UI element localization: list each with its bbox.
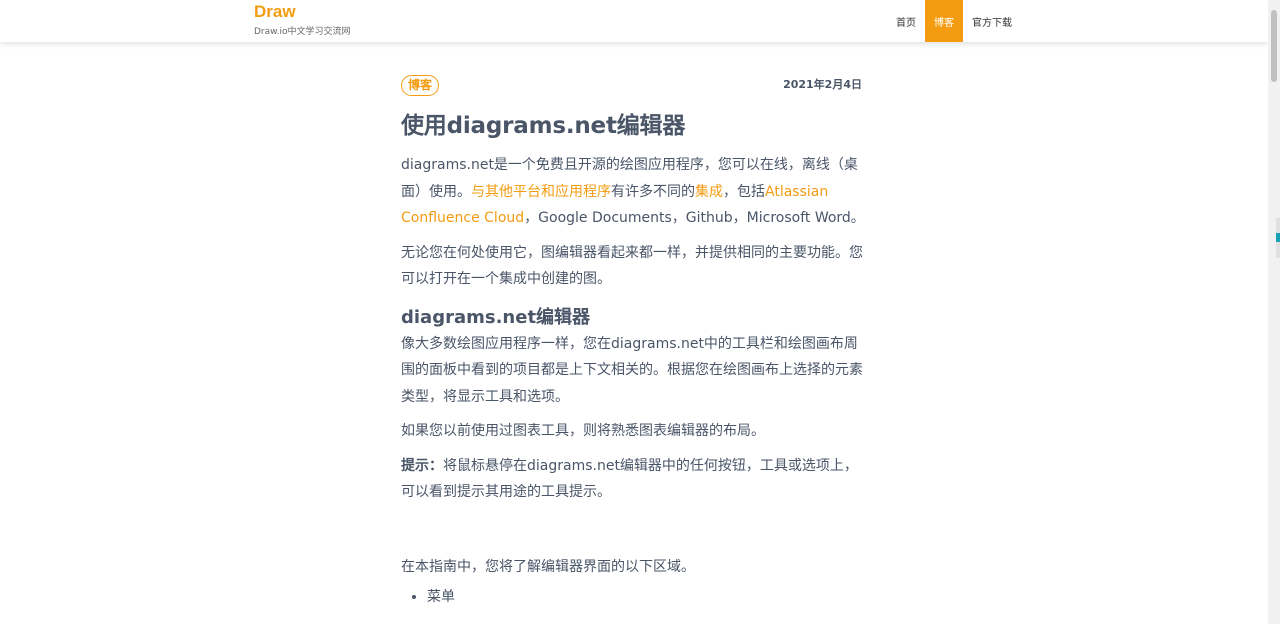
paragraph-4: 如果您以前使用过图表工具，则将熟悉图表编辑器的布局。 xyxy=(401,423,765,439)
tip-text: 将鼠标悬停在diagrams.net编辑器中的任何按钮，工具或选项上，可以看到提… xyxy=(401,457,858,501)
tip-label: 提示： xyxy=(401,457,443,474)
article: 博客 2021年2月4日 使用diagrams.net编辑器 diagrams.… xyxy=(401,42,871,610)
tip-paragraph: 提示：将鼠标悬停在diagrams.net编辑器中的任何按钮，工具或选项上，可以… xyxy=(401,453,871,506)
paragraph-3: 像大多数绘图应用程序一样，您在diagrams.net中的工具栏和绘图画布周围的… xyxy=(401,335,863,405)
paragraph-intro: diagrams.net是一个免费且开源的绘图应用程序，您可以在线，离线（桌面）… xyxy=(401,152,871,232)
nav-item-download[interactable]: 官方下载 xyxy=(963,0,1021,42)
site-logo-link[interactable]: Draw xyxy=(254,2,296,22)
paragraph-2: 无论您在何处使用它，图编辑器看起来都一样，并提供相同的主要功能。您可以打开在一个… xyxy=(401,244,863,288)
intro-text-d: ，Google Documents，Github，Microsoft Word。 xyxy=(524,210,865,226)
nav-item-blog[interactable]: 博客 xyxy=(925,0,963,42)
integrations-link[interactable]: 与其他平台和应用程序 xyxy=(471,184,611,200)
main-nav: 首页 博客 官方下载 xyxy=(887,0,1021,42)
page-scrollbar[interactable] xyxy=(1268,0,1280,624)
scrollbar-thumb[interactable] xyxy=(1271,10,1277,82)
guide-list: 菜单 xyxy=(401,584,871,610)
paragraph-5: 在本指南中，您将了解编辑器界面的以下区域。 xyxy=(401,558,695,575)
site-header: Draw Draw.io中文学习交流网 首页 博客 官方下载 xyxy=(0,0,1268,42)
article-meta: 博客 2021年2月4日 xyxy=(401,42,871,100)
integration-link[interactable]: 集成 xyxy=(695,184,723,200)
intro-text-c: ，包括 xyxy=(723,183,765,200)
list-item: 菜单 xyxy=(427,584,871,610)
category-tag[interactable]: 博客 xyxy=(401,75,440,96)
site-subtitle: Draw.io中文学习交流网 xyxy=(254,27,351,37)
side-tab-marker xyxy=(1276,233,1280,242)
intro-text-b: 有许多不同的 xyxy=(611,183,695,200)
nav-item-home[interactable]: 首页 xyxy=(887,0,925,42)
side-tab-widget[interactable] xyxy=(1276,218,1280,258)
section-heading: diagrams.net编辑器 xyxy=(401,306,591,328)
post-date: 2021年2月4日 xyxy=(783,78,862,91)
article-title: 使用diagrams.net编辑器 xyxy=(401,113,686,139)
